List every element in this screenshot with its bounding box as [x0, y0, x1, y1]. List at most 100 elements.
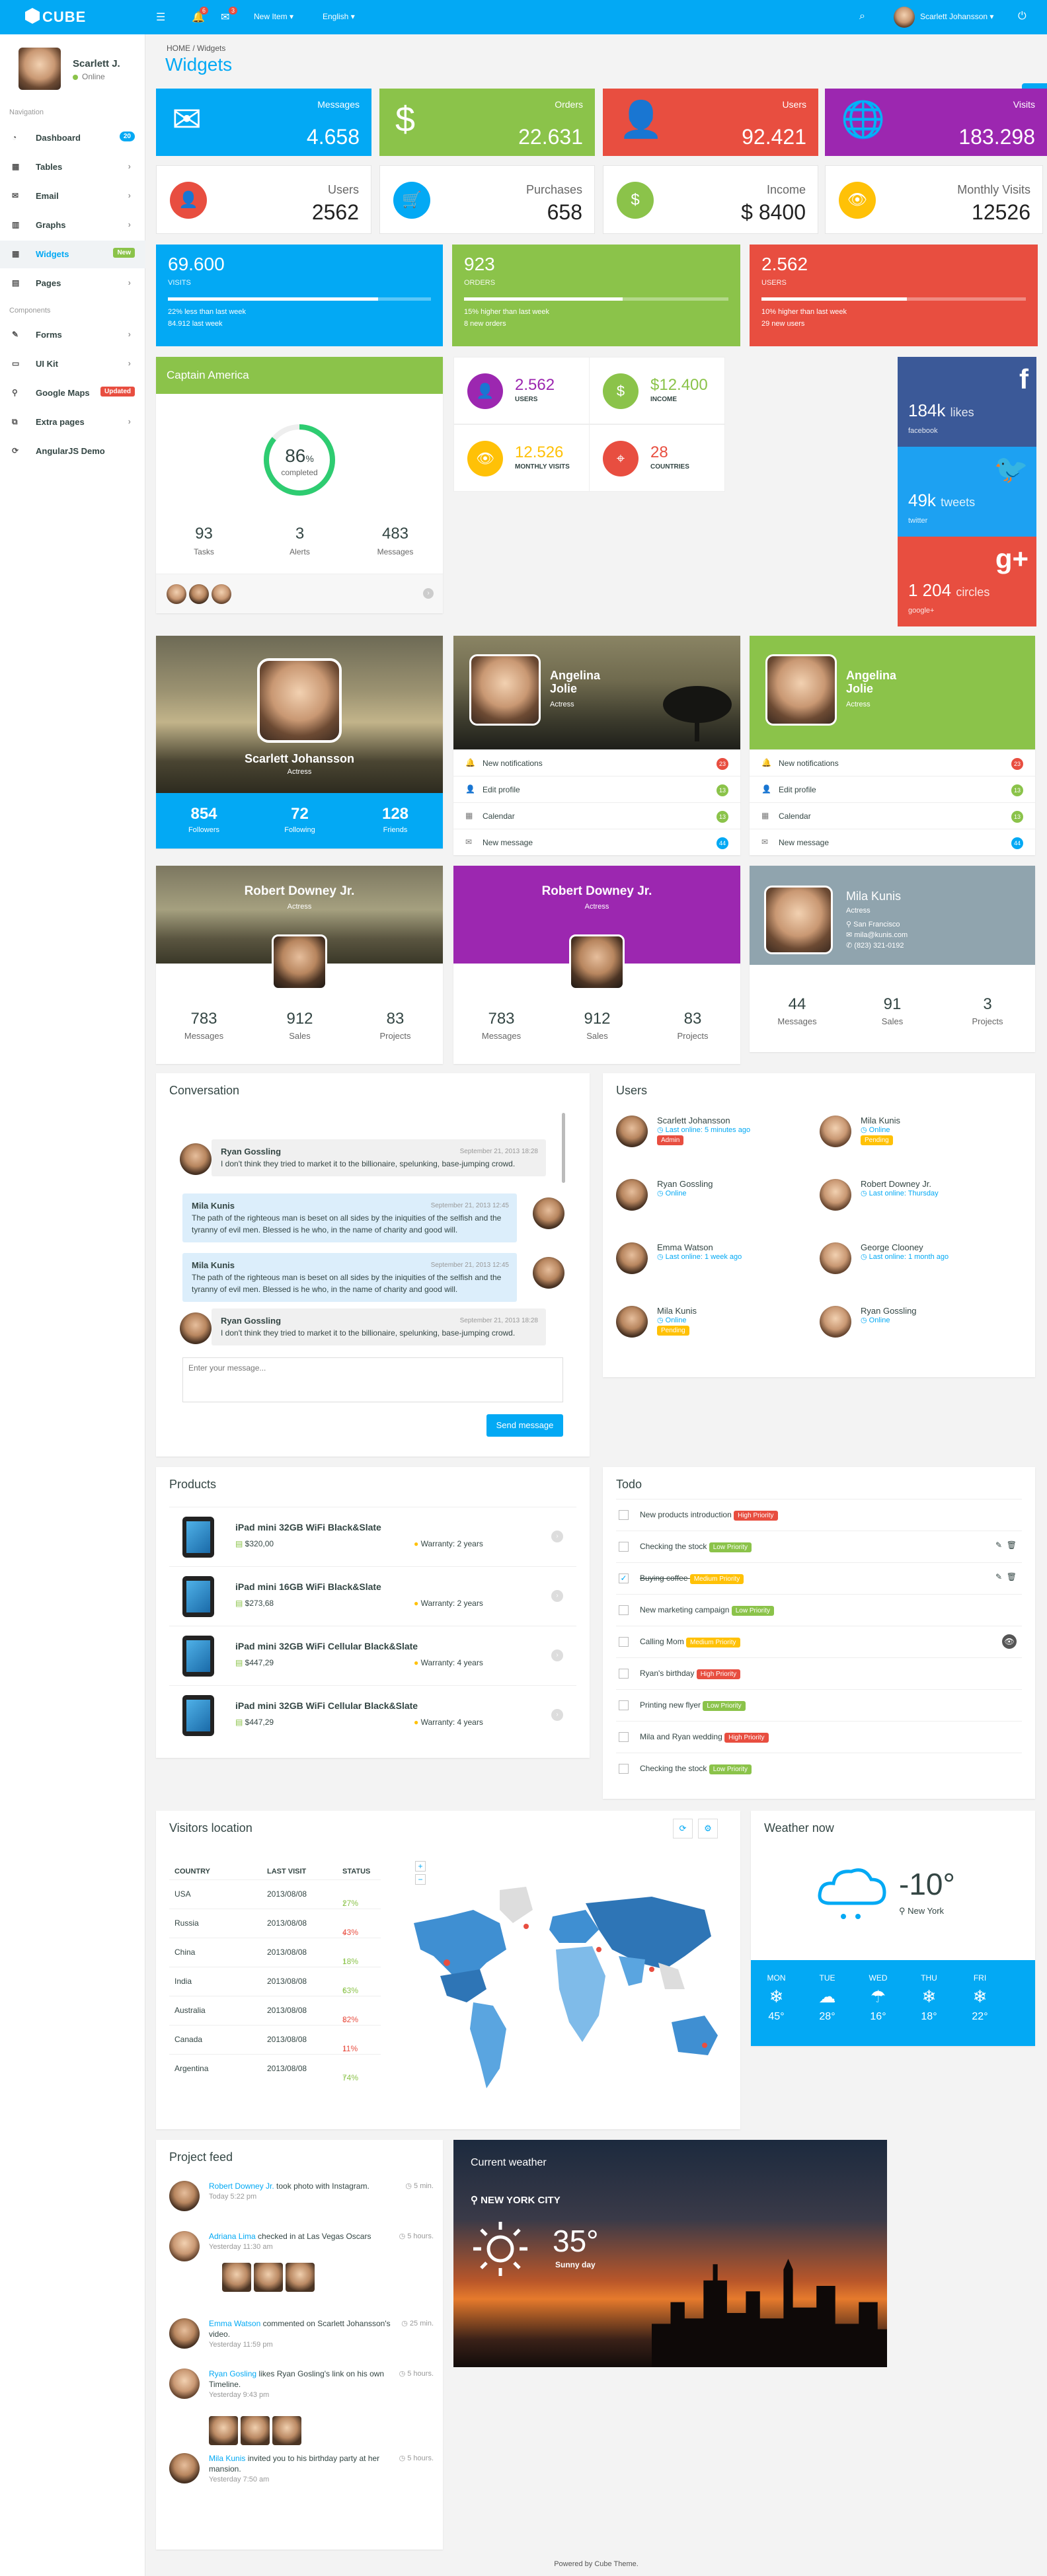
feed-photo[interactable] — [254, 2263, 283, 2292]
sidebar-item-graphs[interactable]: ▥ Graphs › — [0, 211, 145, 239]
todo-checkbox[interactable] — [619, 1732, 629, 1742]
world-map[interactable] — [401, 1877, 731, 2102]
menu-item-icon: 🔔 — [761, 758, 771, 767]
user-row[interactable]: Ryan Gossling ◷ Online — [616, 1176, 814, 1229]
sidebar-item-angularjs-demo[interactable]: ⟳ AngularJS Demo — [0, 437, 145, 465]
feed-author[interactable]: Mila Kunis — [209, 2454, 245, 2463]
social-twitter[interactable]: 🐦 49k tweets twitter — [898, 447, 1036, 537]
trash-icon[interactable]: 🗑 — [1007, 1572, 1017, 1581]
chevron-right-icon[interactable]: › — [551, 1709, 563, 1721]
todo-checkbox[interactable] — [619, 1510, 629, 1520]
menu-item-edit-profile[interactable]: 👤 Edit profile 13 — [750, 776, 1035, 802]
feed-author[interactable]: Emma Watson — [209, 2319, 260, 2328]
menu-item-new-notifications[interactable]: 🔔 New notifications 23 — [453, 749, 740, 776]
feed-photo[interactable] — [241, 2416, 270, 2445]
user-row[interactable]: Ryan Gossling ◷ Online — [820, 1303, 1018, 1356]
todo-checkbox[interactable] — [619, 1764, 629, 1774]
feed-author[interactable]: Ryan Gosling — [209, 2369, 256, 2378]
todo-checkbox[interactable] — [619, 1542, 629, 1552]
todo-checkbox[interactable] — [619, 1669, 629, 1679]
search-icon[interactable]: ⌕ — [859, 11, 865, 22]
send-message-button[interactable]: Send message — [486, 1414, 563, 1437]
user-row[interactable]: Scarlett Johansson ◷ Last online: 5 minu… — [616, 1113, 814, 1166]
feed-author[interactable]: Robert Downey Jr. — [209, 2181, 274, 2191]
team-avatar[interactable] — [167, 584, 186, 604]
refresh-button[interactable]: ⟳ — [673, 1819, 693, 1838]
sidebar-item-extra-pages[interactable]: ⧉ Extra pages › — [0, 408, 145, 436]
sidebar-item-google-maps[interactable]: ⚲ Google Maps Updated — [0, 379, 145, 407]
edit-icon[interactable]: ✎ — [995, 1540, 1002, 1550]
todo-item[interactable]: Ryan's birthday High Priority — [616, 1657, 1022, 1689]
user-row[interactable]: George Clooney ◷ Last online: 1 month ag… — [820, 1240, 1018, 1293]
power-icon[interactable]: ⏻ — [1018, 11, 1027, 22]
team-avatar[interactable] — [189, 584, 209, 604]
feed-item: Ryan Gosling likes Ryan Gosling's link o… — [169, 2368, 434, 2448]
envelope-icon[interactable]: ✉ — [221, 11, 229, 24]
sidebar-item-ui-kit[interactable]: ▭ UI Kit › — [0, 350, 145, 378]
chevron-right-icon[interactable]: › — [551, 1649, 563, 1661]
todo-text: Checking the stock Low Priority — [640, 1542, 752, 1552]
menu-item-new-message[interactable]: ✉ New message 44 — [453, 829, 740, 855]
zoom-in-button[interactable]: + — [415, 1861, 426, 1872]
team-avatar[interactable] — [212, 584, 231, 604]
edit-icon[interactable]: ✎ — [995, 1572, 1002, 1581]
todo-item[interactable]: ✓ Buying coffee Medium Priority ✎ 🗑 — [616, 1562, 1022, 1594]
todo-checkbox[interactable] — [619, 1605, 629, 1615]
todo-item[interactable]: Printing new flyer Low Priority — [616, 1689, 1022, 1721]
user-row[interactable]: Emma Watson ◷ Last online: 1 week ago — [616, 1240, 814, 1293]
user-row[interactable]: Robert Downey Jr. ◷ Last online: Thursda… — [820, 1176, 1018, 1229]
menu-item-new-message[interactable]: ✉ New message 44 — [750, 829, 1035, 855]
product-row[interactable]: iPad mini 32GB WiFi Black&Slate ▤ $320,0… — [169, 1507, 576, 1566]
new-item-dropdown[interactable]: New Item ▾ — [254, 12, 293, 21]
menu-item-calendar[interactable]: ▦ Calendar 13 — [750, 802, 1035, 829]
sidebar-item-forms[interactable]: ✎ Forms › — [0, 321, 145, 349]
product-row[interactable]: iPad mini 16GB WiFi Black&Slate ▤ $273,6… — [169, 1566, 576, 1626]
sidebar-item-email[interactable]: ✉ Email › — [0, 182, 145, 210]
breadcrumb-home[interactable]: HOME — [167, 44, 190, 53]
todo-item[interactable]: Mila and Ryan wedding High Priority — [616, 1721, 1022, 1753]
todo-item[interactable]: Checking the stock Low Priority — [616, 1753, 1022, 1784]
todo-item[interactable]: Checking the stock Low Priority ✎ 🗑 — [616, 1531, 1022, 1562]
sidebar-item-tables[interactable]: ▦ Tables › — [0, 153, 145, 181]
product-row[interactable]: iPad mini 32GB WiFi Cellular Black&Slate… — [169, 1685, 576, 1745]
user-avatar[interactable] — [894, 7, 915, 28]
feed-photo[interactable] — [286, 2263, 315, 2292]
menu-item-new-notifications[interactable]: 🔔 New notifications 23 — [750, 749, 1035, 776]
chat-scrollbar[interactable] — [562, 1113, 565, 1183]
eye-icon[interactable]: 👁 — [1002, 1634, 1017, 1649]
todo-checkbox[interactable]: ✓ — [619, 1573, 629, 1583]
todo-item[interactable]: Calling Mom Medium Priority 👁 — [616, 1626, 1022, 1657]
language-dropdown[interactable]: English ▾ — [323, 12, 355, 21]
product-row[interactable]: iPad mini 32GB WiFi Cellular Black&Slate… — [169, 1626, 576, 1685]
chevron-right-icon[interactable]: › — [551, 1590, 563, 1602]
chevron-right-icon[interactable]: › — [423, 588, 434, 599]
todo-item[interactable]: New marketing campaign Low Priority — [616, 1594, 1022, 1626]
user-row[interactable]: Mila Kunis ◷ Online Pending — [616, 1303, 814, 1356]
feed-photo[interactable] — [209, 2416, 238, 2445]
app-logo[interactable]: CUBE — [42, 9, 86, 26]
todo-item[interactable]: New products introduction High Priority — [616, 1499, 1022, 1531]
social-facebook[interactable]: f 184k likes facebook — [898, 357, 1036, 447]
feed-author[interactable]: Adriana Lima — [209, 2232, 256, 2241]
trash-icon[interactable]: 🗑 — [1007, 1540, 1017, 1550]
todo-checkbox[interactable] — [619, 1637, 629, 1647]
todo-checkbox[interactable] — [619, 1700, 629, 1710]
message-input[interactable] — [182, 1357, 563, 1402]
menu-item-calendar[interactable]: ▦ Calendar 13 — [453, 802, 740, 829]
sidebar-user-name[interactable]: Scarlett J. — [73, 58, 120, 69]
chevron-right-icon[interactable]: › — [551, 1531, 563, 1542]
project-feed-panel: Project feed Robert Downey Jr. took phot… — [156, 2140, 443, 2550]
feed-photo[interactable] — [272, 2416, 301, 2445]
feed-photo[interactable] — [222, 2263, 251, 2292]
sidebar-item-dashboard[interactable]: ◔ Dashboard 20 — [0, 124, 145, 152]
sidebar-item-pages[interactable]: ▤ Pages › — [0, 270, 145, 297]
user-row[interactable]: Mila Kunis ◷ Online Pending — [820, 1113, 1018, 1166]
menu-toggle-icon[interactable]: ☰ — [156, 11, 165, 24]
user-name: Ryan Gossling — [657, 1179, 713, 1189]
settings-button[interactable]: ⚙ — [698, 1819, 718, 1838]
cube-logo-icon — [25, 8, 40, 24]
user-menu[interactable]: Scarlett Johansson ▾ — [920, 12, 993, 21]
menu-item-edit-profile[interactable]: 👤 Edit profile 13 — [453, 776, 740, 802]
sidebar-item-widgets[interactable]: ▦ Widgets New — [0, 241, 145, 268]
social-google+[interactable]: g+ 1 204 circles google+ — [898, 537, 1036, 626]
